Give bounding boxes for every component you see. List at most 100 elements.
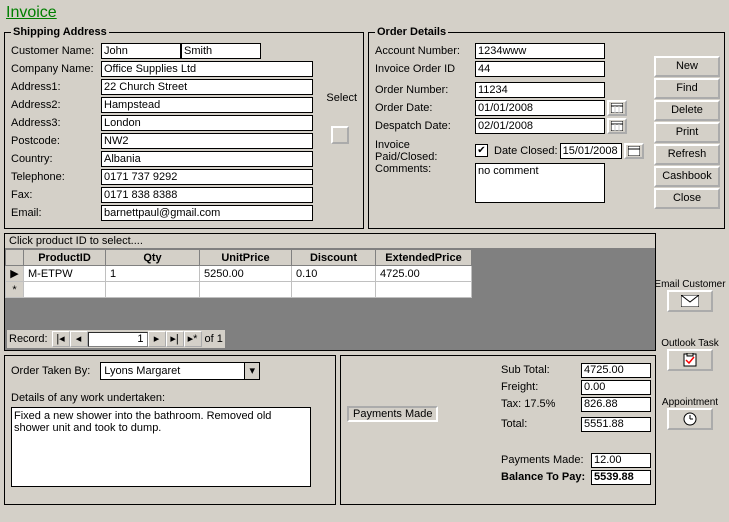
last-name-field[interactable]: Smith	[181, 43, 261, 59]
label-email: Email:	[11, 207, 101, 219]
company-field[interactable]: Office Supplies Ltd	[101, 61, 313, 77]
cashbook-button[interactable]: Cashbook	[654, 166, 720, 187]
row-selector-icon[interactable]: ▶	[6, 266, 24, 282]
payments-made-button[interactable]: Payments Made	[347, 406, 438, 422]
chevron-down-icon[interactable]: ▾	[244, 363, 259, 379]
cell-qty[interactable]: 1	[106, 266, 200, 282]
email-field[interactable]: barnettpaul@gmail.com	[101, 205, 313, 221]
col-discount[interactable]: Discount	[292, 250, 376, 266]
find-button[interactable]: Find	[654, 78, 720, 99]
record-of-label: of	[205, 333, 214, 345]
delete-button[interactable]: Delete	[654, 100, 720, 121]
label-company: Company Name:	[11, 63, 101, 75]
col-unitprice[interactable]: UnitPrice	[200, 250, 292, 266]
nav-prev-button[interactable]: ◂	[70, 331, 88, 347]
new-button[interactable]: New	[654, 56, 720, 77]
work-details-textarea[interactable]	[11, 407, 311, 487]
label-appointment: Appointment	[654, 397, 726, 408]
tax-field: 826.88	[581, 397, 651, 412]
label-addr1: Address1:	[11, 81, 101, 93]
addr2-field[interactable]: Hampstead	[101, 97, 313, 113]
subtotal-field: 4725.00	[581, 363, 651, 378]
nav-last-button[interactable]: ▸|	[166, 331, 184, 347]
col-productid[interactable]: ProductID	[24, 250, 106, 266]
print-button[interactable]: Print	[654, 122, 720, 143]
refresh-button[interactable]: Refresh	[654, 144, 720, 165]
despatch-field[interactable]: 02/01/2008	[475, 118, 605, 134]
cell-productid[interactable]: M-ETPW	[24, 266, 106, 282]
order-taken-by-value: Lyons Margaret	[104, 365, 180, 377]
label-tax: Tax: 17.5%	[501, 398, 581, 410]
paid-checkbox[interactable]: ✔	[475, 144, 488, 157]
label-payments-made: Payments Made:	[501, 454, 591, 466]
label-invoice-id: Invoice Order ID	[375, 63, 475, 75]
invoice-id-field[interactable]: 44	[475, 61, 605, 77]
outlook-task-button[interactable]	[667, 349, 713, 371]
label-outlook-task: Outlook Task	[654, 338, 726, 349]
nav-new-button[interactable]: ▸*	[184, 331, 202, 347]
order-date-calendar-button[interactable]	[607, 100, 627, 116]
nav-current-field[interactable]: 1	[88, 332, 148, 347]
label-order-date: Order Date:	[375, 102, 475, 114]
cell-unitprice[interactable]: 5250.00	[200, 266, 292, 282]
record-label: Record:	[9, 333, 48, 345]
label-account: Account Number:	[375, 45, 475, 57]
products-grid-panel: Click product ID to select.... ProductID…	[4, 233, 656, 351]
label-paid: Invoice Paid/Closed:	[375, 139, 475, 163]
page-title[interactable]: Invoice	[0, 0, 63, 24]
country-field[interactable]: Albania	[101, 151, 313, 167]
fax-field[interactable]: 0171 838 8388	[101, 187, 313, 203]
payments-made-field: 12.00	[591, 453, 651, 468]
select-button[interactable]	[331, 126, 349, 144]
addr3-field[interactable]: London	[101, 115, 313, 131]
label-addr2: Address2:	[11, 99, 101, 111]
date-closed-field[interactable]: 15/01/2008	[560, 143, 622, 159]
freight-field[interactable]: 0.00	[581, 380, 651, 395]
cell-discount[interactable]: 0.10	[292, 266, 376, 282]
label-total: Total:	[501, 418, 581, 430]
sidebar: New Find Delete Print Refresh Cashbook C…	[654, 56, 726, 430]
date-closed-calendar-button[interactable]	[624, 143, 644, 159]
first-name-field[interactable]: John	[101, 43, 181, 59]
balance-field: 5539.88	[591, 470, 651, 485]
nav-first-button[interactable]: |◂	[52, 331, 70, 347]
label-fax: Fax:	[11, 189, 101, 201]
telephone-field[interactable]: 0171 737 9292	[101, 169, 313, 185]
email-customer-button[interactable]	[667, 290, 713, 312]
new-row-icon[interactable]: *	[6, 282, 24, 298]
addr1-field[interactable]: 22 Church Street	[101, 79, 313, 95]
nav-next-button[interactable]: ▸	[148, 331, 166, 347]
order-date-field[interactable]: 01/01/2008	[475, 100, 605, 116]
account-field[interactable]: 1234www	[475, 43, 605, 59]
record-total: 1	[217, 333, 223, 345]
label-work-details: Details of any work undertaken:	[11, 392, 329, 404]
order-no-field[interactable]: 11234	[475, 82, 605, 98]
label-telephone: Telephone:	[11, 171, 101, 183]
despatch-calendar-button[interactable]	[607, 118, 627, 134]
total-field: 5551.88	[581, 417, 651, 432]
products-table[interactable]: ProductID Qty UnitPrice Discount Extende…	[5, 249, 472, 298]
clipboard-check-icon	[682, 353, 698, 367]
label-order-taken-by: Order Taken By:	[11, 365, 90, 377]
order-taken-by-combo[interactable]: Lyons Margaret ▾	[100, 362, 260, 380]
label-balance: Balance To Pay:	[501, 471, 591, 483]
col-extendedprice[interactable]: ExtendedPrice	[376, 250, 472, 266]
label-addr3: Address3:	[11, 117, 101, 129]
label-customer-name: Customer Name:	[11, 45, 101, 57]
work-panel: Order Taken By: Lyons Margaret ▾ Details…	[4, 355, 336, 505]
label-country: Country:	[11, 153, 101, 165]
comments-field[interactable]: no comment	[475, 163, 605, 203]
postcode-field[interactable]: NW2	[101, 133, 313, 149]
close-button[interactable]: Close	[654, 188, 720, 209]
appointment-button[interactable]	[667, 408, 713, 430]
cell-extendedprice[interactable]: 4725.00	[376, 266, 472, 282]
label-postcode: Postcode:	[11, 135, 101, 147]
label-comments: Comments:	[375, 163, 475, 175]
clock-icon	[682, 411, 698, 427]
col-qty[interactable]: Qty	[106, 250, 200, 266]
totals-panel: Payments Made Sub Total:4725.00 Freight:…	[340, 355, 656, 505]
grid-caption: Click product ID to select....	[5, 234, 655, 249]
record-navigator: Record: |◂ ◂ 1 ▸ ▸| ▸* of 1	[7, 330, 225, 348]
table-row[interactable]: ▶ M-ETPW 1 5250.00 0.10 4725.00	[6, 266, 472, 282]
table-new-row[interactable]: *	[6, 282, 472, 298]
